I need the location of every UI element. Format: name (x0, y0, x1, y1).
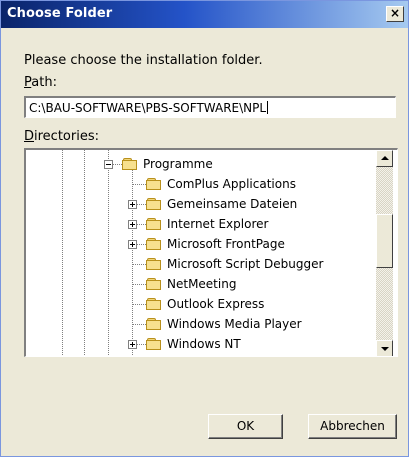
expand-toggle-icon[interactable] (128, 340, 137, 349)
close-icon[interactable]: × (386, 6, 404, 22)
scroll-down-arrow-icon (381, 347, 389, 351)
folder-icon (146, 217, 162, 231)
tree-node-windows-media-player[interactable]: Windows Media Player (146, 314, 302, 334)
path-input-value: C:\BAU-SOFTWARE\PBS-SOFTWARE\NPL (29, 101, 267, 115)
tree-node-label: Windows NT (167, 337, 241, 351)
tree-node-windows-nt[interactable]: Windows NT (146, 334, 241, 354)
folder-icon (146, 337, 162, 351)
folder-icon (146, 197, 162, 211)
expand-toggle-icon[interactable] (128, 220, 137, 229)
tree-node-programme[interactable]: Programme (122, 154, 213, 174)
folder-icon (146, 177, 162, 191)
tree-node-label: Windows Media Player (167, 317, 302, 331)
directories-label-accel: D (24, 129, 35, 144)
collapse-toggle-icon[interactable] (104, 160, 113, 169)
tree-connector (132, 184, 146, 185)
folder-icon (146, 257, 162, 271)
tree-node-label: Programme (143, 157, 213, 171)
expand-toggle-icon[interactable] (128, 240, 137, 249)
directory-tree-viewport: Programme ComPlus Applications Gemeinsam… (26, 150, 376, 356)
folder-icon (122, 157, 138, 171)
tree-guide-line (84, 150, 85, 356)
tree-node-complus-applications[interactable]: ComPlus Applications (146, 174, 296, 194)
scroll-down-button[interactable] (376, 340, 393, 356)
tree-connector (132, 284, 146, 285)
tree-connector (132, 304, 146, 305)
path-label-rest: ath: (31, 75, 57, 90)
path-input[interactable]: C:\BAU-SOFTWARE\PBS-SOFTWARE\NPL (24, 96, 396, 118)
directory-tree[interactable]: Programme ComPlus Applications Gemeinsam… (24, 148, 398, 357)
tree-node-label: ComPlus Applications (167, 177, 296, 191)
expand-toggle-icon[interactable] (128, 200, 137, 209)
tree-node-label: Microsoft Script Debugger (167, 257, 324, 271)
tree-node-microsoft-frontpage[interactable]: Microsoft FrontPage (146, 234, 285, 254)
tree-guide-line (62, 150, 63, 356)
tree-node-internet-explorer[interactable]: Internet Explorer (146, 214, 268, 234)
tree-guide-line (108, 150, 109, 356)
ok-button[interactable]: OK (208, 414, 283, 439)
tree-node-netmeeting[interactable]: NetMeeting (146, 274, 236, 294)
choose-folder-dialog: Choose Folder × Please choose the instal… (0, 0, 409, 457)
window-title: Choose Folder (7, 6, 113, 21)
folder-icon (146, 277, 162, 291)
folder-icon (146, 317, 162, 331)
instruction-text: Please choose the installation folder. (24, 53, 263, 68)
tree-node-label: Microsoft FrontPage (167, 237, 285, 251)
folder-icon (146, 237, 162, 251)
tree-node-label: Gemeinsame Dateien (167, 197, 298, 211)
scroll-up-arrow-icon (381, 156, 389, 160)
cancel-button[interactable]: Abbrechen (308, 414, 397, 439)
tree-node-gemeinsame-dateien[interactable]: Gemeinsame Dateien (146, 194, 297, 214)
path-label: Path: (24, 75, 57, 90)
directories-label-rest: irectories: (34, 129, 99, 144)
tree-connector (132, 324, 146, 325)
tree-connector (132, 264, 146, 265)
text-caret (267, 101, 269, 114)
scroll-thumb[interactable] (376, 214, 393, 268)
tree-node-label: Internet Explorer (167, 217, 269, 231)
tree-vertical-scrollbar[interactable] (376, 150, 393, 356)
title-bar[interactable]: Choose Folder × (1, 1, 408, 28)
tree-node-microsoft-script-debugger[interactable]: Microsoft Script Debugger (146, 254, 323, 274)
folder-icon (146, 297, 162, 311)
scroll-up-button[interactable] (376, 150, 393, 167)
tree-node-label: NetMeeting (167, 277, 237, 291)
directories-label: Directories: (24, 129, 99, 144)
tree-node-outlook-express[interactable]: Outlook Express (146, 294, 264, 314)
tree-node-label: Outlook Express (167, 297, 265, 311)
